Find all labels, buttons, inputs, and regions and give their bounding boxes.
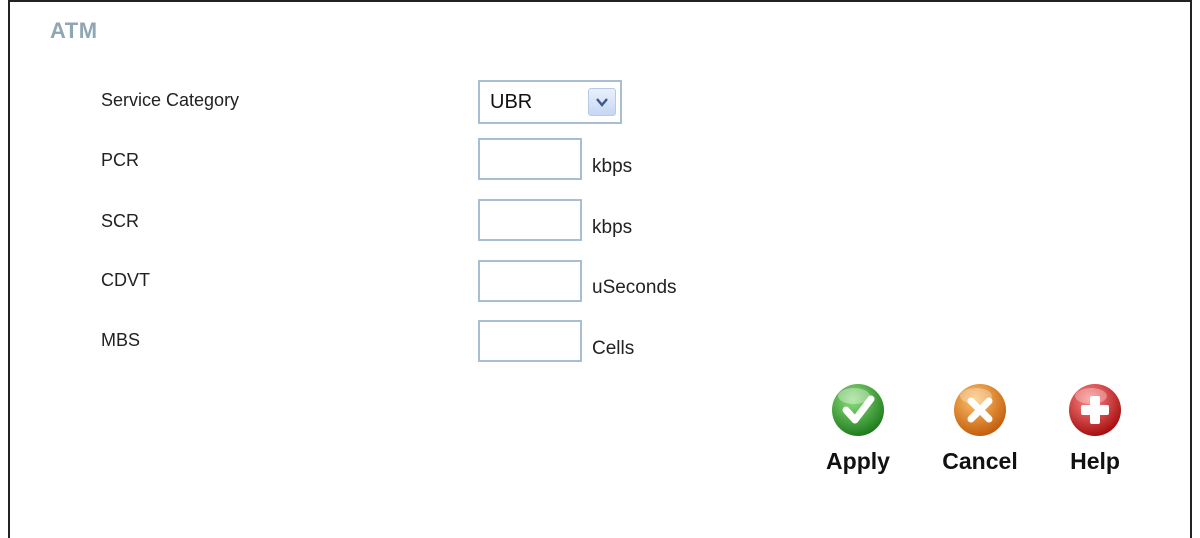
check-icon (832, 384, 884, 436)
scr-input[interactable] (478, 199, 582, 241)
chevron-down-icon[interactable] (588, 88, 616, 116)
close-icon (954, 384, 1006, 436)
mbs-label: MBS (101, 330, 141, 350)
apply-button[interactable]: Apply (818, 382, 898, 475)
pcr-label: PCR (101, 150, 140, 170)
service-category-select[interactable]: UBR (478, 80, 622, 124)
mbs-unit: Cells (592, 338, 635, 359)
help-button[interactable]: Help (1060, 382, 1130, 475)
service-category-label: Service Category (101, 90, 240, 110)
pcr-input[interactable] (478, 138, 582, 180)
help-label: Help (1070, 448, 1120, 474)
service-category-value: UBR (490, 91, 533, 113)
section-title: ATM (50, 18, 98, 43)
plus-icon (1069, 384, 1121, 436)
scr-label: SCR (101, 211, 140, 231)
pcr-unit: kbps (592, 156, 633, 177)
scr-unit: kbps (592, 217, 633, 238)
cdvt-unit: uSeconds (592, 277, 677, 298)
cancel-button[interactable]: Cancel (935, 382, 1025, 475)
mbs-input[interactable] (478, 320, 582, 362)
cdvt-label: CDVT (101, 270, 150, 290)
cdvt-input[interactable] (478, 260, 582, 302)
apply-label: Apply (826, 448, 890, 474)
cancel-label: Cancel (942, 448, 1018, 474)
atm-settings-panel: ATM Service Category UBR PCR kbps SCR kb… (8, 0, 1192, 538)
